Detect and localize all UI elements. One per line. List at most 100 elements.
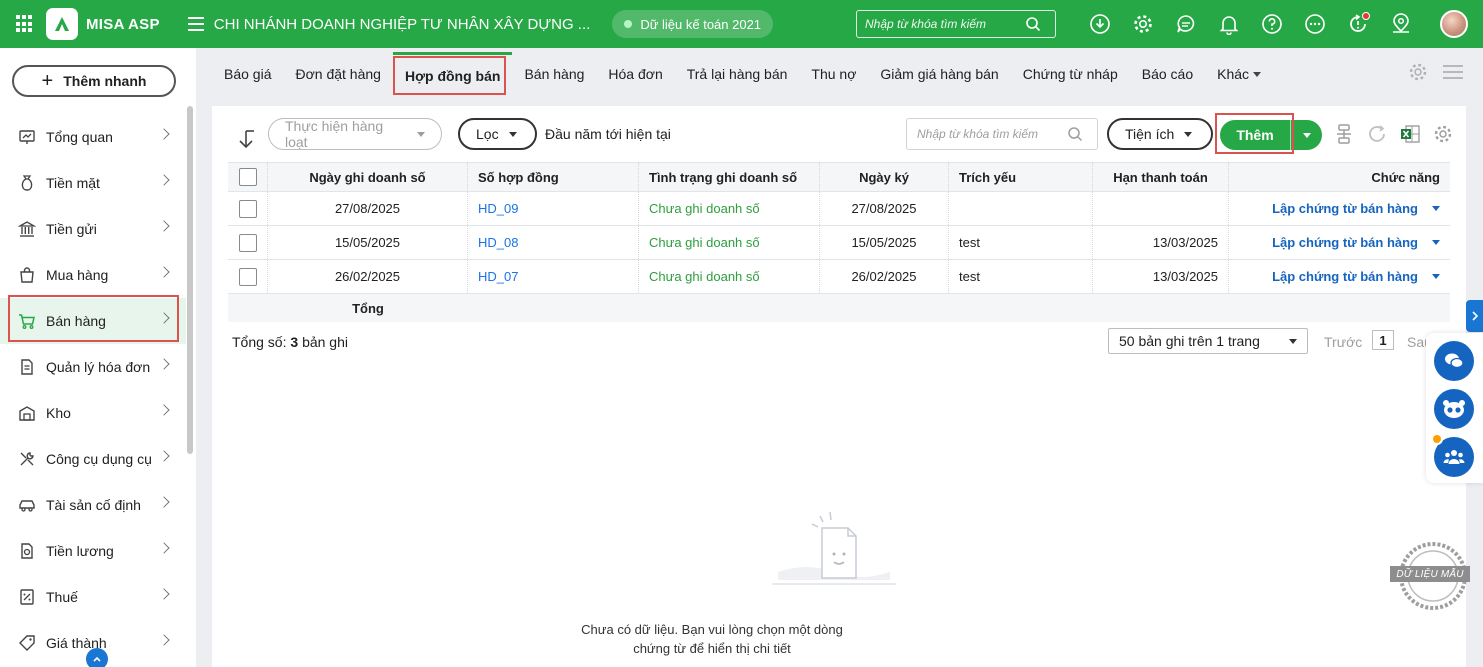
sidebar-item-ban-hang[interactable]: Bán hàng (0, 298, 186, 344)
table-row[interactable]: 15/05/2025 HD_08 Chưa ghi doanh số 15/05… (228, 226, 1450, 260)
expand-panel-button[interactable] (1466, 300, 1483, 332)
filter-button[interactable]: Lọc (458, 118, 537, 150)
tab-giam-gia-hang-ban[interactable]: Giảm giá hàng bán (868, 52, 1010, 96)
header-search-input[interactable] (865, 17, 1025, 31)
batch-action-button[interactable]: Thực hiện hàng loạt (268, 118, 442, 150)
caret-down-icon[interactable] (1432, 274, 1440, 279)
prev-page-button[interactable]: Trước (1324, 334, 1362, 350)
tab-don-dat-hang[interactable]: Đơn đặt hàng (283, 52, 392, 96)
excel-export-icon[interactable] (1398, 122, 1422, 146)
search-icon[interactable] (1025, 16, 1041, 32)
column-header[interactable]: Hạn thanh toán (1093, 163, 1229, 191)
utilities-button[interactable]: Tiện ích (1107, 118, 1213, 150)
sort-down-icon[interactable] (236, 128, 258, 150)
tab-hop-dong-ban[interactable]: Hợp đồng bán (392, 52, 513, 96)
sidebar-item-tien-gui[interactable]: Tiền gửi (0, 206, 186, 252)
select-all-checkbox[interactable] (238, 168, 257, 186)
sidebar-item-label: Công cụ dụng cụ (46, 451, 152, 467)
flow-icon[interactable] (1332, 122, 1356, 146)
column-header[interactable]: Chức năng (1229, 163, 1450, 191)
create-sales-voucher-link[interactable]: Lập chứng từ bán hàng (1272, 235, 1440, 250)
misa-logo-icon[interactable] (46, 8, 78, 40)
period-label[interactable]: Đầu năm tới hiện tại (545, 126, 671, 142)
user-avatar[interactable] (1440, 10, 1468, 38)
branch-name[interactable]: CHI NHÁNH DOANH NGHIỆP TƯ NHÂN XÂY DỰNG … (214, 16, 591, 33)
caret-down-icon (1302, 132, 1311, 138)
settings-icon[interactable] (1408, 62, 1428, 82)
support-chat-button[interactable] (1434, 341, 1474, 381)
sidebar-item-tai-san-co-dinh[interactable]: Tài sản cố định (0, 482, 186, 528)
tab-ban-hang[interactable]: Bán hàng (512, 52, 596, 96)
row-checkbox[interactable] (238, 233, 257, 252)
list-view-icon[interactable] (1442, 63, 1464, 81)
create-sales-voucher-link[interactable]: Lập chứng từ bán hàng (1272, 201, 1440, 216)
main-panel: Thực hiện hàng loạt Lọc Đầu năm tới hiện… (212, 106, 1466, 667)
tab-bao-gia[interactable]: Báo giá (212, 52, 283, 96)
help-icon[interactable] (1260, 12, 1284, 36)
caret-down-icon (1253, 71, 1262, 77)
create-sales-voucher-link[interactable]: Lập chứng từ bán hàng (1272, 269, 1440, 284)
add-button[interactable]: Thêm (1220, 120, 1322, 150)
table-row[interactable]: 27/08/2025 HD_09 Chưa ghi doanh số 27/08… (228, 192, 1450, 226)
sales-date-cell: 27/08/2025 (268, 192, 468, 225)
column-header[interactable]: Số hợp đồng (468, 163, 639, 191)
column-header[interactable]: Ngày ghi doanh số (268, 163, 468, 191)
data-year-badge[interactable]: Dữ liệu kế toán 2021 (612, 10, 774, 38)
location-icon[interactable] (1389, 12, 1413, 36)
caret-down-icon[interactable] (1432, 240, 1440, 245)
column-header[interactable]: Ngày ký (820, 163, 949, 191)
tab-tra-lai-hang-ban[interactable]: Trả lại hàng bán (675, 52, 800, 96)
caret-down-icon[interactable] (1432, 206, 1440, 211)
tab-chung-tu-nhap[interactable]: Chứng từ nháp (1011, 52, 1130, 96)
action-cell: Lập chứng từ bán hàng (1229, 192, 1450, 225)
contract-number-link[interactable]: HD_08 (468, 226, 639, 259)
due-date-cell: 13/03/2025 (1093, 226, 1229, 259)
app-grid-icon[interactable] (16, 15, 34, 33)
current-page[interactable]: 1 (1372, 330, 1394, 350)
sidebar-item-tien-luong[interactable]: Tiền lương (0, 528, 186, 574)
table-search-input[interactable] (917, 127, 1067, 141)
notification-dot (1362, 12, 1370, 20)
more-icon[interactable] (1303, 12, 1327, 36)
contract-number-link[interactable]: HD_07 (468, 260, 639, 293)
contract-number-link[interactable]: HD_09 (468, 192, 639, 225)
header-search[interactable] (856, 10, 1056, 38)
sidebar-item-kho[interactable]: Kho (0, 390, 186, 436)
sidebar-item-thue[interactable]: Thuế (0, 574, 186, 620)
search-icon[interactable] (1067, 126, 1083, 142)
settings-icon[interactable] (1131, 12, 1155, 36)
tab-hoa-don[interactable]: Hóa đơn (596, 52, 674, 96)
row-checkbox[interactable] (238, 199, 257, 218)
tab-bao-cao[interactable]: Báo cáo (1130, 52, 1205, 96)
column-header[interactable]: Tình trạng ghi doanh số (639, 163, 820, 191)
tab-thu-no[interactable]: Thu nợ (799, 52, 868, 96)
sidebar-item-tien-mat[interactable]: Tiền mặt (0, 160, 186, 206)
add-dropdown-toggle[interactable] (1291, 132, 1322, 138)
table-row[interactable]: 26/02/2025 HD_07 Chưa ghi doanh số 26/02… (228, 260, 1450, 294)
page-size-select[interactable]: 50 bản ghi trên 1 trang (1108, 328, 1308, 354)
menu-icon[interactable] (187, 17, 204, 31)
quick-add-button[interactable]: + Thêm nhanh (12, 65, 176, 97)
update-icon[interactable] (1346, 12, 1370, 36)
total-suffix: bản ghi (302, 334, 348, 350)
row-checkbox[interactable] (238, 267, 257, 286)
column-header[interactable]: Trích yếu (949, 163, 1093, 191)
sidebar-scrollbar[interactable] (187, 106, 193, 454)
tab-khac[interactable]: Khác (1205, 52, 1273, 96)
scroll-up-button[interactable] (86, 648, 108, 667)
table-search[interactable] (906, 118, 1098, 150)
settings-icon[interactable] (1431, 122, 1455, 146)
virtual-assistant-button[interactable] (1434, 389, 1474, 429)
sidebar-item-mua-hang[interactable]: Mua hàng (0, 252, 186, 298)
chevron-up-icon (93, 656, 101, 662)
download-icon[interactable] (1088, 12, 1112, 36)
refresh-icon[interactable] (1365, 122, 1389, 146)
plus-icon: + (41, 70, 54, 92)
bell-icon[interactable] (1217, 12, 1241, 36)
chat-icon[interactable] (1174, 12, 1198, 36)
sidebar-item-label: Bán hàng (46, 313, 106, 329)
sidebar-item-cong-cu-dung-cu[interactable]: Công cụ dụng cụ (0, 436, 186, 482)
sidebar-item-quan-ly-hoa-don[interactable]: Quản lý hóa đơn (0, 344, 186, 390)
sidebar-item-tong-quan[interactable]: Tổng quan (0, 114, 186, 160)
logo-text: MISA ASP (86, 15, 160, 33)
